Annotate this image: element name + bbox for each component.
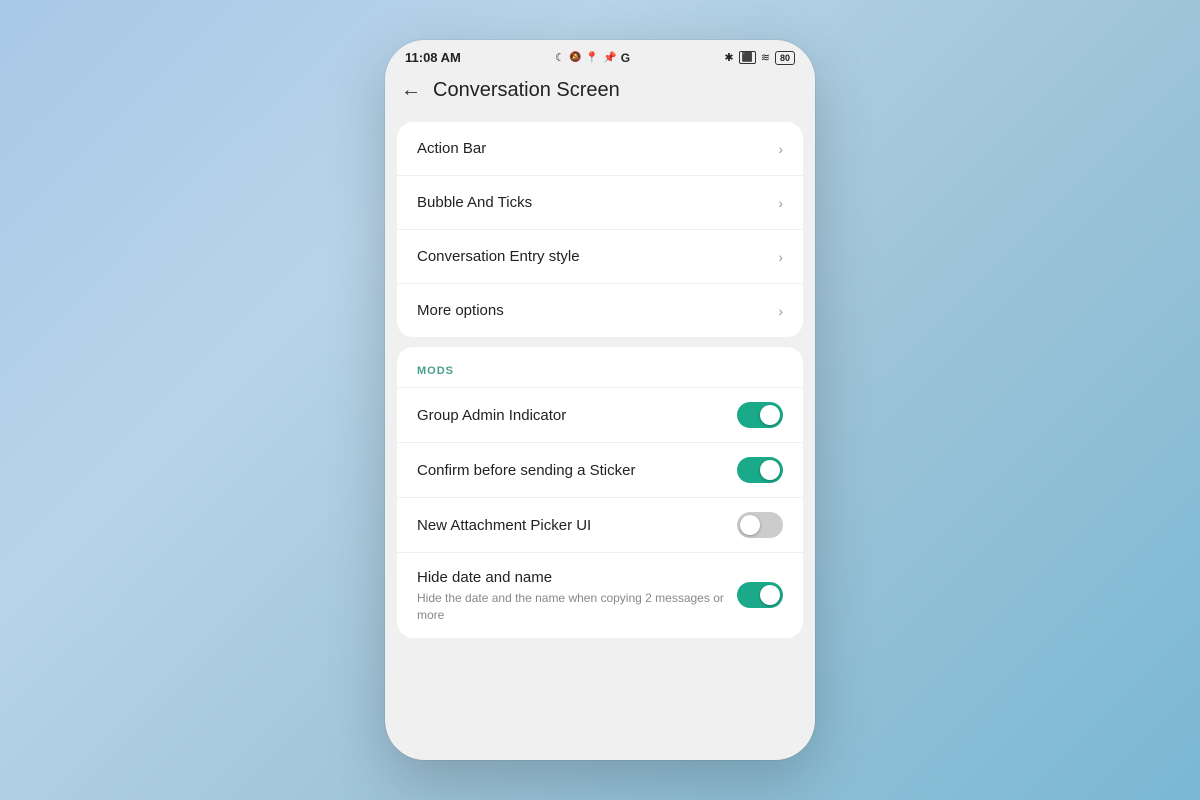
mods-label: MODS xyxy=(417,365,454,377)
menu-item-more-options[interactable]: More options › xyxy=(397,284,803,337)
wifi-icon: ≋ xyxy=(761,51,770,64)
battery-icon: 80 xyxy=(775,51,795,65)
toggle-item-text: Confirm before sending a Sticker xyxy=(417,460,737,481)
bluetooth-icon: ✱ xyxy=(724,51,733,64)
toggle-sublabel: Hide the date and the name when copying … xyxy=(417,590,725,624)
toggle-label: Hide date and name xyxy=(417,567,725,588)
status-icons: ☾ 🔕 📍 📌 G xyxy=(555,51,630,65)
mods-header: MODS xyxy=(397,347,803,387)
toggle-item-attachment-picker[interactable]: New Attachment Picker UI xyxy=(397,497,803,552)
toggle-label: New Attachment Picker UI xyxy=(417,515,725,536)
header: ← Conversation Screen xyxy=(385,71,815,114)
menu-card: Action Bar › Bubble And Ticks › Conversa… xyxy=(397,122,803,337)
phone-frame: 11:08 AM ☾ 🔕 📍 📌 G ✱ ⬛ ≋ 80 ← Conversati… xyxy=(385,40,815,760)
menu-item-label: Bubble And Ticks xyxy=(417,194,532,211)
menu-item-bubble-ticks[interactable]: Bubble And Ticks › xyxy=(397,176,803,230)
toggle-item-hide-date[interactable]: Hide date and name Hide the date and the… xyxy=(397,552,803,638)
screen-icon: ⬛ xyxy=(739,51,756,64)
clip-icon: 📌 xyxy=(603,51,617,64)
toggle-item-text: Hide date and name Hide the date and the… xyxy=(417,567,737,624)
status-right-icons: ✱ ⬛ ≋ 80 xyxy=(724,51,795,65)
chevron-right-icon: › xyxy=(778,195,783,211)
toggle-label: Group Admin Indicator xyxy=(417,405,725,426)
toggle-item-text: New Attachment Picker UI xyxy=(417,515,737,536)
pin-icon: 📍 xyxy=(585,51,599,64)
mods-section: MODS Group Admin Indicator Confirm befor… xyxy=(397,347,803,638)
toggle-item-confirm-sticker[interactable]: Confirm before sending a Sticker xyxy=(397,442,803,497)
toggle-item-text: Group Admin Indicator xyxy=(417,405,737,426)
toggle-group-admin[interactable] xyxy=(737,402,783,428)
chevron-right-icon: › xyxy=(778,303,783,319)
silent-icon: 🔕 xyxy=(569,52,581,63)
menu-item-conversation-entry[interactable]: Conversation Entry style › xyxy=(397,230,803,284)
toggle-item-group-admin[interactable]: Group Admin Indicator xyxy=(397,387,803,442)
toggle-thumb xyxy=(740,515,760,535)
page-title: Conversation Screen xyxy=(433,79,620,102)
toggle-thumb xyxy=(760,405,780,425)
g-icon: G xyxy=(621,51,630,65)
chevron-right-icon: › xyxy=(778,141,783,157)
toggle-label: Confirm before sending a Sticker xyxy=(417,460,725,481)
chevron-right-icon: › xyxy=(778,249,783,265)
toggle-thumb xyxy=(760,460,780,480)
toggle-attachment-picker[interactable] xyxy=(737,512,783,538)
menu-item-label: More options xyxy=(417,302,504,319)
back-button[interactable]: ← xyxy=(401,79,421,102)
menu-item-label: Conversation Entry style xyxy=(417,248,580,265)
moon-icon: ☾ xyxy=(555,51,565,64)
status-bar: 11:08 AM ☾ 🔕 📍 📌 G ✱ ⬛ ≋ 80 xyxy=(385,40,815,71)
menu-item-label: Action Bar xyxy=(417,140,486,157)
toggle-confirm-sticker[interactable] xyxy=(737,457,783,483)
menu-item-action-bar[interactable]: Action Bar › xyxy=(397,122,803,176)
status-time: 11:08 AM xyxy=(405,50,461,65)
scroll-content[interactable]: Action Bar › Bubble And Ticks › Conversa… xyxy=(385,114,815,760)
toggle-hide-date[interactable] xyxy=(737,582,783,608)
